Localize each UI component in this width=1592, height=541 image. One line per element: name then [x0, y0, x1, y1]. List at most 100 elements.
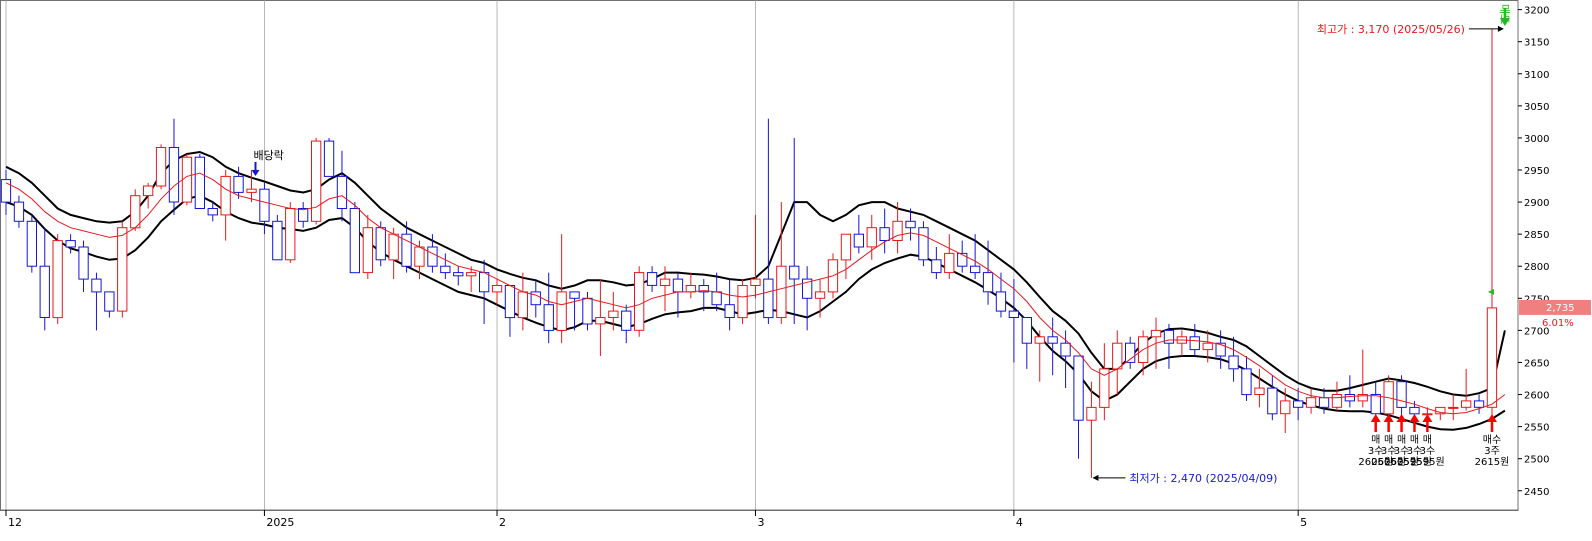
candle-body [685, 285, 697, 293]
candle-body [466, 272, 477, 277]
candle-66 [853, 214, 865, 254]
low-price-label: 최저가 : 2,470 (2025/04/09) [1129, 472, 1277, 485]
candle-body [1486, 307, 1498, 408]
candle-body [1047, 336, 1058, 344]
candle-body [595, 317, 606, 325]
candle-body [905, 220, 916, 229]
candle-body [1293, 400, 1304, 408]
candle-7 [91, 272, 102, 331]
candle-73 [944, 234, 955, 280]
candlestick-chart[interactable]: 최고가 : 3,170 (2025/05/26) 최저가 : 2,470 (202… [0, 0, 1592, 537]
candle-6 [78, 240, 89, 292]
candle-body [1021, 317, 1033, 344]
buy-signal-text-1: 3주 [1484, 446, 1500, 457]
candle-56 [724, 279, 735, 331]
candle-48 [621, 304, 632, 344]
candle-103 [1331, 381, 1343, 411]
candle-body [621, 310, 632, 331]
candle-body [1060, 342, 1071, 357]
candle-body [491, 285, 503, 293]
candle-body [750, 278, 761, 287]
candle-71 [918, 221, 929, 267]
buy-signal-text-1: 3수 [1420, 445, 1436, 457]
candle-body [388, 233, 399, 261]
candle-body [1318, 397, 1330, 408]
candle-40 [517, 272, 529, 331]
candle-body [569, 291, 580, 299]
high-pointer-arrow [1497, 25, 1504, 32]
candle-body [479, 272, 490, 293]
candle-body [840, 233, 852, 261]
candle-body [517, 291, 529, 319]
candle-34 [440, 253, 451, 280]
candle-104 [1344, 375, 1355, 408]
candle-body [91, 278, 102, 293]
candle-90 [1163, 323, 1175, 369]
candle-8 [104, 291, 115, 318]
candle-body [918, 227, 929, 261]
candle-body [1112, 342, 1123, 370]
x-tick-label: 2025 [266, 516, 294, 529]
buy-signal-text-2: 2595원 [1410, 456, 1445, 468]
candle-body [78, 246, 89, 280]
candle-97 [1254, 368, 1265, 408]
candle-80 [1034, 330, 1045, 382]
candle-body [285, 208, 296, 261]
x-tick-label: 5 [1300, 516, 1307, 529]
candle-body [931, 259, 942, 274]
candle-28 [362, 214, 374, 280]
candle-body [104, 291, 115, 312]
candle-body [776, 265, 787, 319]
candle-26 [336, 150, 348, 222]
candle-body [582, 297, 593, 325]
candle-body [52, 240, 63, 319]
candle-body [789, 265, 800, 280]
candle-body [1215, 342, 1226, 357]
candle-body [233, 175, 244, 193]
buy-signal-5: 매수3주2615원 [1475, 414, 1509, 468]
y-tick-label: 3050 [1524, 102, 1549, 113]
candle-50 [646, 266, 658, 292]
candle-body [1099, 368, 1110, 408]
buy-signal-text-0: 매 [1371, 434, 1380, 446]
candle-body [13, 201, 25, 222]
candle-body [1073, 355, 1084, 421]
buy-arrow-icon [1487, 414, 1497, 422]
candle-79 [1021, 317, 1033, 369]
candle-1 [13, 195, 25, 228]
candle-body [155, 147, 167, 187]
buy-arrow-icon [1409, 414, 1420, 422]
candle-body [866, 227, 877, 248]
candle-body [130, 195, 141, 229]
y-tick-label: 2450 [1524, 487, 1549, 498]
x-tick-label: 12 [8, 516, 22, 529]
candle-body [1409, 406, 1420, 415]
candle-86 [1112, 330, 1123, 395]
candle-body [207, 208, 218, 216]
candle-body [65, 240, 76, 248]
candle-body [646, 272, 658, 286]
candle-39 [504, 285, 516, 337]
x-tick-label: 2 [499, 516, 506, 529]
candle-11 [143, 182, 154, 209]
candle-98 [1267, 375, 1278, 421]
candle-body [259, 188, 270, 222]
price-change-label: 6.01% [1542, 318, 1574, 329]
candle-body [608, 310, 619, 319]
candle-2 [26, 214, 38, 273]
candle-body [181, 156, 193, 203]
buy-signal-text-0: 매수 [1483, 434, 1501, 446]
candle-13 [168, 118, 180, 215]
candle-body [375, 227, 386, 261]
candle-25 [323, 137, 335, 177]
candle-body [634, 272, 645, 331]
candle-body [453, 272, 464, 277]
candle-body [1202, 342, 1213, 351]
dividend-arrow-icon [251, 170, 260, 176]
chart-window: 최고가 : 3,170 (2025/05/26) 최저가 : 2,470 (202… [0, 0, 1592, 537]
candle-body [427, 246, 438, 267]
candle-35 [453, 266, 464, 286]
candle-body [543, 304, 554, 331]
candle-body [39, 265, 50, 319]
candle-body [970, 265, 981, 274]
